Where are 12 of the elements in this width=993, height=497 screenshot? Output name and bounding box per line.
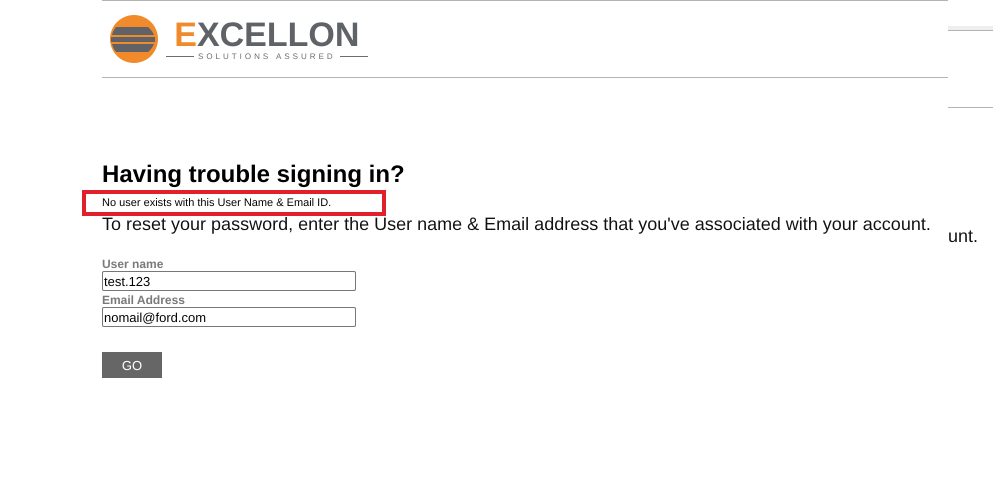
- field-label: Email Address: [102, 293, 185, 307]
- logo-tagline: SOLUTIONS ASSURED: [198, 52, 336, 60]
- logo-icon: [108, 13, 160, 65]
- page-heading: Having trouble signing in?: [102, 162, 406, 188]
- input-field[interactable]: nomail@ford.com: [102, 307, 356, 327]
- text-fragment: unt.: [948, 226, 980, 247]
- go-button[interactable]: GO: [102, 352, 162, 378]
- input-field[interactable]: test.123: [102, 271, 356, 291]
- instruction-text: To reset your password, enter the User name & Email address that you've associated with your account.: [102, 213, 932, 235]
- logo-wordmark: EXCELLON: [174, 18, 360, 52]
- field-label: User name: [102, 257, 164, 271]
- error-message: No user exists with this User Name & Email ID.: [102, 196, 332, 210]
